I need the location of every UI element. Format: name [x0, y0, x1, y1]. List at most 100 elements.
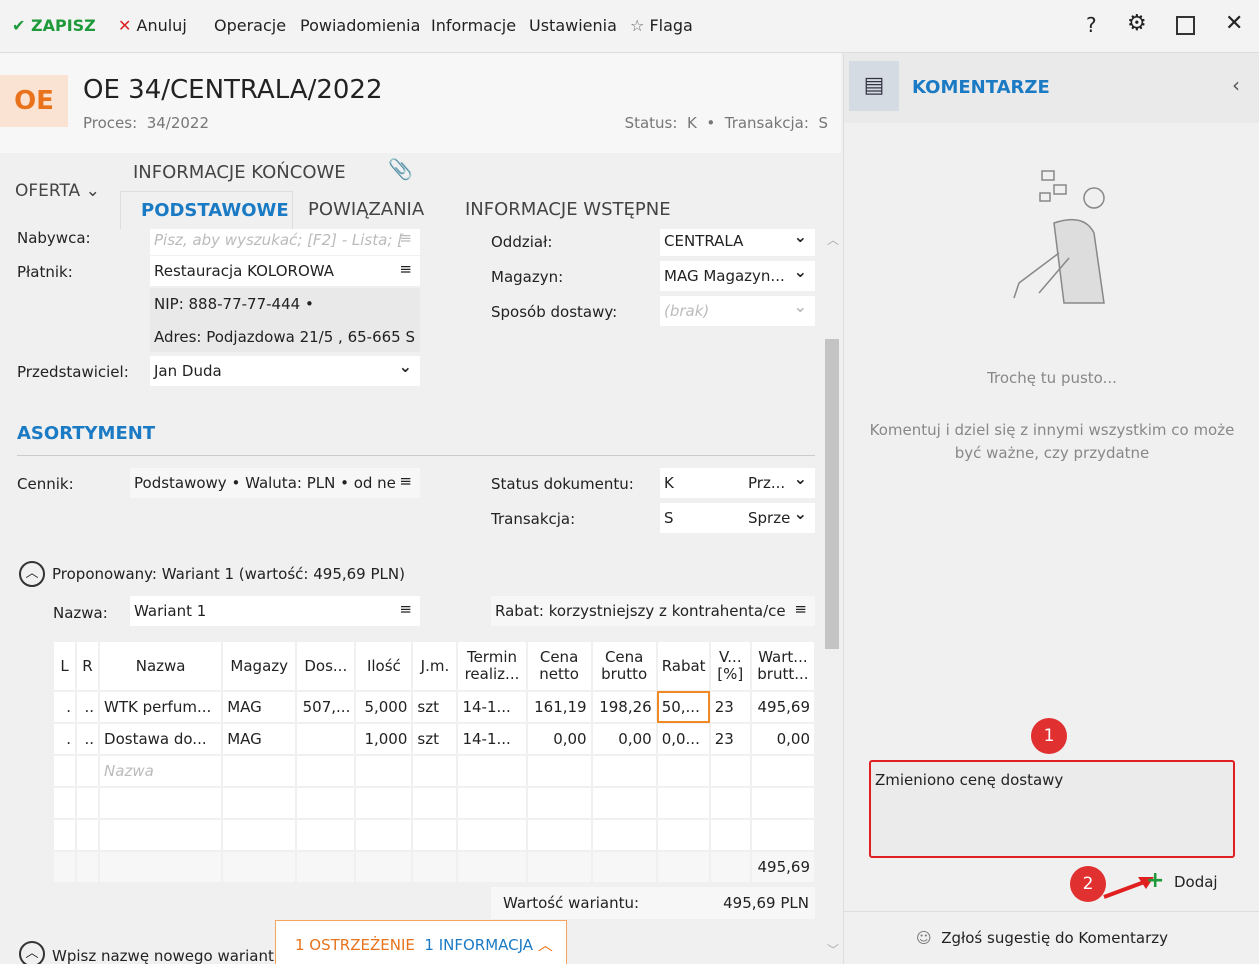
table-cell[interactable]: [590, 818, 658, 852]
table-cell[interactable]: [525, 754, 593, 788]
doc-status-select[interactable]: K Prz...: [660, 468, 815, 498]
table-cell[interactable]: [354, 786, 414, 820]
column-header[interactable]: Termin realiz...: [456, 640, 528, 692]
close-window-icon[interactable]: ✕: [1225, 11, 1243, 36]
table-cell[interactable]: [411, 786, 459, 820]
table-cell[interactable]: [354, 754, 414, 788]
table-cell[interactable]: [221, 786, 298, 820]
column-header[interactable]: Wart... brutt...: [749, 640, 817, 692]
notifications-menu[interactable]: Powiadomienia: [300, 16, 420, 35]
table-cell[interactable]: ..: [75, 690, 101, 724]
column-header[interactable]: Dos...: [295, 640, 357, 692]
table-cell[interactable]: [51, 818, 78, 852]
table-cell[interactable]: [295, 818, 357, 852]
table-cell[interactable]: 5,000: [354, 690, 414, 724]
cancel-button[interactable]: ✕ Anuluj: [118, 16, 187, 35]
variant-name-input[interactable]: Wariant 1: [130, 596, 420, 626]
flag-button[interactable]: ☆ Flaga: [630, 16, 693, 35]
table-cell[interactable]: 50,...: [655, 690, 711, 724]
table-cell[interactable]: [295, 786, 357, 820]
column-header[interactable]: Cena brutto: [590, 640, 658, 692]
table-cell[interactable]: [75, 818, 101, 852]
table-cell[interactable]: 14-1...: [456, 690, 528, 724]
suggest-button[interactable]: ☺ Zgłoś sugestię do Komentarzy: [916, 929, 1168, 947]
maximize-icon[interactable]: [1176, 16, 1195, 35]
buyer-input[interactable]: Pisz, aby wyszukać; [F2] - Lista; [: [150, 229, 420, 255]
operations-menu[interactable]: Operacje: [214, 16, 286, 35]
table-cell[interactable]: MAG: [221, 722, 298, 756]
tab-links[interactable]: POWIĄZANIA: [308, 199, 424, 220]
table-cell[interactable]: [708, 818, 752, 852]
representative-select[interactable]: Jan Duda: [150, 356, 420, 386]
table-cell[interactable]: [456, 786, 528, 820]
alerts-bar[interactable]: 1 OSTRZEŻENIE 1 INFORMACJA ︿: [275, 920, 567, 964]
tab-oferta[interactable]: OFERTA ⌄: [15, 181, 100, 201]
table-cell[interactable]: 14-1...: [456, 722, 528, 756]
table-cell[interactable]: [590, 786, 658, 820]
table-cell[interactable]: .: [51, 722, 78, 756]
table-cell[interactable]: Nazwa: [98, 754, 224, 788]
scrollbar-thumb[interactable]: [825, 339, 839, 649]
table-cell[interactable]: 507,...: [295, 690, 357, 724]
collapse-variant-icon[interactable]: ︿: [19, 561, 45, 587]
table-cell[interactable]: [749, 786, 817, 820]
table-cell[interactable]: 1,000: [354, 722, 414, 756]
table-row[interactable]: ... WTK perfum... MAG 507,... 5,000 szt 14-1..…: [51, 690, 817, 724]
table-cell[interactable]: .: [51, 690, 78, 724]
table-cell[interactable]: [354, 818, 414, 852]
table-cell[interactable]: [708, 786, 752, 820]
paperclip-icon[interactable]: 📎: [388, 157, 413, 181]
column-header[interactable]: Ilość: [354, 640, 414, 692]
table-cell[interactable]: MAG: [221, 690, 298, 724]
tab-final-info[interactable]: INFORMACJE KOŃCOWE: [133, 162, 346, 183]
help-icon[interactable]: ?: [1086, 13, 1097, 37]
table-cell[interactable]: [98, 786, 224, 820]
new-variant-input[interactable]: Wpisz nazwę nowego wariantu: [52, 947, 283, 964]
table-cell[interactable]: [411, 754, 459, 788]
add-variant-icon[interactable]: ︿: [19, 941, 45, 964]
column-header[interactable]: L: [51, 640, 78, 692]
table-cell[interactable]: [51, 754, 78, 788]
scroll-up-icon[interactable]: ︿: [827, 231, 839, 248]
information-menu[interactable]: Informacje: [431, 16, 516, 35]
table-cell[interactable]: [749, 754, 817, 788]
table-cell[interactable]: [295, 754, 357, 788]
gear-icon[interactable]: ⚙: [1127, 11, 1147, 36]
column-header[interactable]: Magazy: [221, 640, 298, 692]
table-cell[interactable]: [75, 786, 101, 820]
add-comment-button[interactable]: + Dodaj: [1146, 868, 1218, 893]
table-row[interactable]: ... Dostawa do... MAG 1,000 szt 14-1... 0,00 0,…: [51, 722, 817, 756]
table-cell[interactable]: [708, 754, 752, 788]
table-cell[interactable]: [655, 818, 711, 852]
scrollbar[interactable]: ︿ ﹀: [824, 229, 841, 964]
table-cell[interactable]: [295, 722, 357, 756]
table-cell[interactable]: [590, 754, 658, 788]
discount-select[interactable]: Rabat: korzystniejszy z kontrahenta/ce: [491, 596, 815, 626]
table-cell[interactable]: ..: [75, 722, 101, 756]
table-cell[interactable]: 161,19: [525, 690, 593, 724]
column-header[interactable]: Nazwa: [98, 640, 224, 692]
table-cell[interactable]: [51, 786, 78, 820]
table-cell[interactable]: [221, 818, 298, 852]
branch-select[interactable]: CENTRALA: [660, 229, 815, 256]
table-cell[interactable]: 495,69: [749, 690, 817, 724]
settings-menu[interactable]: Ustawienia: [529, 16, 617, 35]
column-header[interactable]: J.m.: [411, 640, 459, 692]
table-cell[interactable]: 198,26: [590, 690, 658, 724]
table-cell[interactable]: szt: [411, 690, 459, 724]
table-cell[interactable]: [749, 818, 817, 852]
table-cell[interactable]: [411, 818, 459, 852]
table-cell[interactable]: szt: [411, 722, 459, 756]
empty-row[interactable]: Nazwa: [51, 754, 817, 788]
collapse-panel-icon[interactable]: ‹: [1232, 73, 1240, 97]
payer-input[interactable]: Restauracja KOLOROWA: [150, 256, 420, 286]
table-cell[interactable]: 23: [708, 722, 752, 756]
column-header[interactable]: V... [%]: [708, 640, 752, 692]
comment-input[interactable]: Zmieniono cenę dostawy: [869, 760, 1235, 858]
table-cell[interactable]: [525, 786, 593, 820]
scroll-down-icon[interactable]: ﹀: [827, 941, 839, 958]
table-cell[interactable]: [456, 818, 528, 852]
table-cell[interactable]: [655, 786, 711, 820]
column-header[interactable]: R: [75, 640, 101, 692]
table-cell[interactable]: WTK perfum...: [98, 690, 224, 724]
